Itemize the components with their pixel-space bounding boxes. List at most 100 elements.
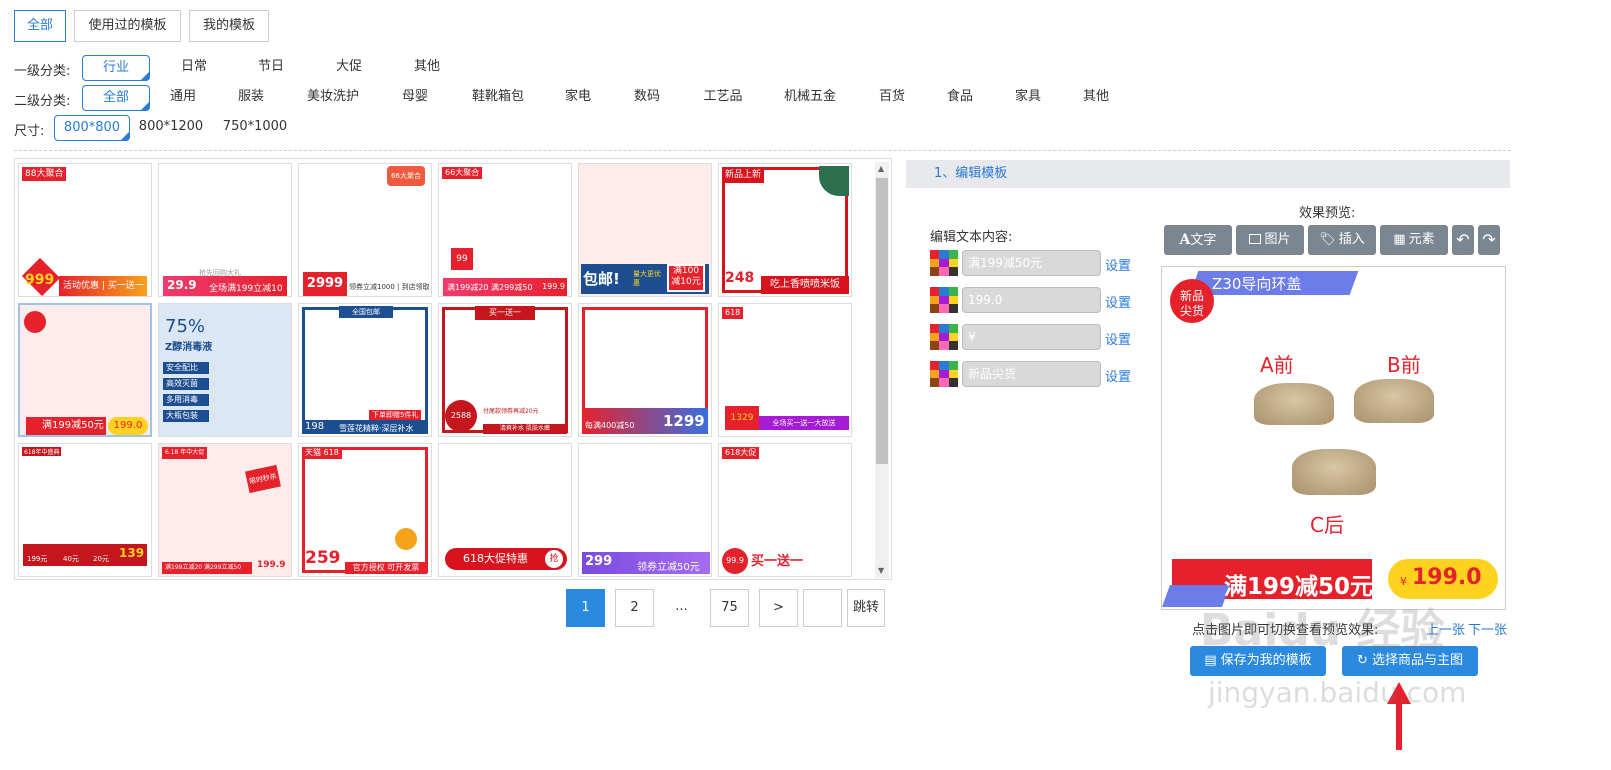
set-link-2[interactable]: 设置 [1105,292,1131,311]
redo-icon[interactable]: ↷ [1478,225,1500,255]
thumb-big: 75% [165,316,206,337]
size-item-800x800[interactable]: 800*800 [54,115,130,141]
thumb-text: 买一送一 [751,554,804,569]
template-thumb-9[interactable]: 全国包邮 下单即赠5件礼 198 雪莲花精粹·深层补水 [298,303,432,437]
insert-label: 插入 [1338,232,1365,247]
undo-icon[interactable]: ↶ [1452,225,1474,255]
level1-item-other[interactable]: 其他 [399,55,455,81]
next-image-link[interactable]: 下一张 [1468,619,1507,638]
level2-item-beauty[interactable]: 美妆洗护 [300,85,366,111]
thumb-text: 领券立减50元 [637,562,700,573]
set-link-3[interactable]: 设置 [1105,329,1131,348]
thumb-text: 吃上香喷喷米饭 [761,276,849,294]
thumb-price: 2588 [445,400,477,432]
text-field-3[interactable]: ¥ [962,324,1101,350]
level1-item-daily[interactable]: 日常 [166,55,222,81]
grid-scroll-thumb[interactable] [876,178,888,464]
level2-item-hardware[interactable]: 机械五金 [777,85,843,111]
level2-item-shoes-bags[interactable]: 鞋靴箱包 [465,85,531,111]
color-picker-icon[interactable] [930,324,958,350]
thumb-tag: 新品上新 [722,167,765,183]
insert-button[interactable]: 🏷 插入 [1308,225,1376,255]
page-1-button[interactable]: 1 [566,589,605,627]
thumb-price-4: 139 [119,546,145,560]
template-thumb-7[interactable]: 满199减50元 199.0 [18,303,152,437]
level2-item-food[interactable]: 食品 [937,85,983,111]
template-thumb-15[interactable]: 天猫 618 259 官方授权 可开发票 [298,443,432,577]
level1-item-promo[interactable]: 大促 [321,55,377,81]
level2-item-all[interactable]: 全部 [82,85,150,111]
tab-my-templates[interactable]: 我的模板 [189,10,269,42]
template-thumb-8[interactable]: 75% Z醇消毒液 安全配比 高效灭菌 多用消毒 大瓶包装 [158,303,292,437]
template-thumb-6[interactable]: 新品上新 248 吃上香喷喷米饭 [718,163,852,297]
add-image-label: 图片 [1264,232,1291,247]
preview-canvas[interactable]: Z30导向环盖 新品 尖货 A前 B前 C后 满199减50元 ¥ 199.0 [1161,266,1506,610]
level2-item-goods[interactable]: 百货 [869,85,915,111]
page-jump-input[interactable] [803,589,842,627]
level2-item-furniture[interactable]: 家具 [1005,85,1051,111]
template-thumb-12[interactable]: 618 1329 全场买一送一大放送 [718,303,852,437]
thumb-tag: 618 [722,307,744,319]
color-picker-icon[interactable] [930,287,958,313]
element-button[interactable]: ▦ 元素 [1380,225,1448,255]
template-thumb-2[interactable]: 抢先回购大礼 29.9 全场满199立减10 [158,163,292,297]
tab-all[interactable]: 全部 [14,10,66,42]
level1-item-industry[interactable]: 行业 [82,55,150,81]
level2-item-appliance[interactable]: 家电 [555,85,601,111]
page-2-button[interactable]: 2 [615,589,654,627]
template-thumb-18[interactable]: 618大促 99.9 买一送一 [718,443,852,577]
level2-item-other[interactable]: 其他 [1073,85,1119,111]
template-thumb-1[interactable]: 88大聚合 999 活动优惠 | 买一送一 [18,163,152,297]
thumb-tag: 66大聚合 [387,166,425,186]
thumb-tag: 618年中盛典 [22,447,62,456]
thumb-price: 1299 [663,412,705,430]
template-thumb-14[interactable]: 6.18 年中大促 限时秒杀 满199立减20 满299立减50 199.9 [158,443,292,577]
template-thumb-17[interactable]: 299 领券立减50元 [578,443,712,577]
size-item-800x1200[interactable]: 800*1200 [136,115,206,141]
template-thumb-3[interactable]: 66大聚合 2999 领券立减1000 | 到店领取 [298,163,432,297]
thumb-sub: 付尾款领券再减20元 [483,408,539,415]
text-field-2[interactable]: 199.0 [962,287,1101,313]
thumb-price: 1329 [725,406,759,430]
preview-label-b: B前 [1387,353,1421,377]
text-field-4[interactable]: 新品尖货 [962,361,1101,387]
level2-item-general[interactable]: 通用 [160,85,206,111]
add-text-button[interactable]: A文字 [1164,225,1232,255]
preview-price: 199.0 [1412,565,1482,590]
thumb-price: 299 [585,554,613,569]
add-image-button[interactable]: 图片 [1236,225,1304,255]
next-page-button[interactable]: > [759,589,798,627]
thumb-tag: 88大聚合 [22,167,67,181]
level1-label: 一级分类: [14,64,71,79]
thumb-text: 满199减50元 [26,417,106,435]
template-thumb-13[interactable]: 618年中盛典 199元 40元 20元 139 [18,443,152,577]
set-link-4[interactable]: 设置 [1105,366,1131,385]
set-link-1[interactable]: 设置 [1105,255,1131,274]
template-thumb-4[interactable]: 66大聚合 99 满199减20 满299减50 199.9 [438,163,572,297]
text-field-1[interactable]: 满199减50元 [962,250,1101,276]
thumb-item-2: 高效灭菌 [163,378,209,390]
template-thumb-16[interactable]: 618大促特惠 抢 [438,443,572,577]
color-picker-icon[interactable] [930,250,958,276]
level2-item-crafts[interactable]: 工艺品 [695,85,751,111]
thumb-sub: 下单即赠5件礼 [369,410,422,420]
level2-item-digital[interactable]: 数码 [624,85,670,111]
scroll-down-icon[interactable]: ▼ [878,566,884,575]
color-picker-icon[interactable] [930,361,958,387]
thumb-text3: 满100减10元 [667,264,705,292]
size-item-750x1000[interactable]: 750*1000 [220,115,290,141]
template-thumb-5[interactable]: 包邮! 量大更优惠 满100减10元 [578,163,712,297]
level2-item-clothing[interactable]: 服装 [228,85,274,111]
scroll-up-icon[interactable]: ▲ [878,164,884,173]
thumb-text: 官方授权 可开发票 [345,562,427,574]
thumb-tag: 66大聚合 [442,167,483,179]
level2-item-baby[interactable]: 母婴 [392,85,438,111]
template-thumb-10[interactable]: 买一送一 2588 付尾款领券再减20元 清爽补水 肌肤水嫩 [438,303,572,437]
page-75-button[interactable]: 75 [710,589,749,627]
thumb-text: 满199立减20 满299立减50 [162,562,252,574]
tab-used-templates[interactable]: 使用过的模板 [74,10,181,42]
level1-item-festival[interactable]: 节日 [243,55,299,81]
jump-button[interactable]: 跳转 [847,589,885,627]
divider [14,150,1511,151]
template-thumb-11[interactable]: 每满400减50 1299 [578,303,712,437]
